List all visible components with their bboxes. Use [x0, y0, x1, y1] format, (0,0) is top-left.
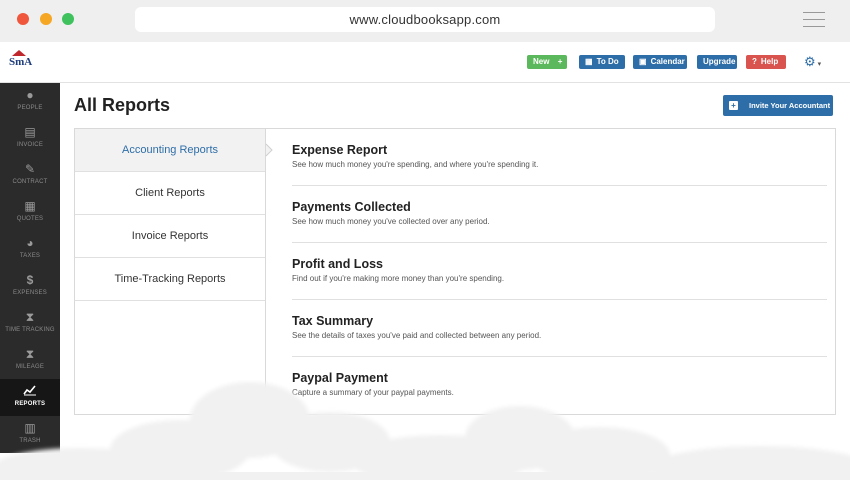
- gear-icon: ⚙: [804, 54, 816, 69]
- calendar-icon: ▦: [585, 57, 593, 66]
- category-client-reports[interactable]: Client Reports: [75, 172, 265, 215]
- trash-icon: ▥: [24, 421, 36, 435]
- sidebar-item-label: QUOTES: [16, 216, 44, 222]
- category-time-tracking-reports[interactable]: Time-Tracking Reports: [75, 258, 265, 301]
- sidebar-item-trash[interactable]: ▥ TRASH: [0, 416, 60, 453]
- report-description: Capture a summary of your paypal payment…: [292, 388, 454, 397]
- report-categories: Accounting Reports Client Reports Invoic…: [75, 129, 273, 414]
- sidebar-item-expenses[interactable]: $ EXPENSES: [0, 268, 60, 305]
- browser-menu-icon[interactable]: [803, 12, 825, 27]
- browser-chrome: www.cloudbooksapp.com: [0, 0, 850, 42]
- category-accounting-reports[interactable]: Accounting Reports: [75, 129, 265, 172]
- person-icon: ●: [26, 88, 34, 102]
- plus-icon: +: [729, 101, 738, 110]
- logo-text: SmA: [9, 56, 33, 68]
- sidebar-item-label: MILEAGE: [15, 364, 45, 370]
- plus-icon: +: [557, 57, 563, 66]
- maximize-window-button[interactable]: [62, 13, 74, 25]
- invite-accountant-label: Invite Your Accountant: [749, 101, 831, 110]
- sidebar-item-label: CONTRACT: [12, 179, 48, 185]
- sidebar-item-contract[interactable]: ✎ CONTRACT: [0, 157, 60, 194]
- chevron-right-icon: [265, 143, 273, 157]
- report-payments-collected[interactable]: Payments Collected See how much money yo…: [292, 186, 827, 243]
- sidebar-item-mileage[interactable]: ⧗ MILEAGE: [0, 342, 60, 379]
- sidebar-item-label: PEOPLE: [17, 105, 43, 111]
- sidebar-item-label: EXPENSES: [13, 290, 47, 296]
- new-button[interactable]: New +: [527, 55, 567, 69]
- report-description: Find out if you're making more money tha…: [292, 274, 505, 283]
- hourglass-icon: ⧗: [25, 347, 35, 361]
- sidebar-item-quotes[interactable]: ▦ QUOTES: [0, 194, 60, 231]
- address-bar[interactable]: www.cloudbooksapp.com: [135, 7, 715, 32]
- report-title[interactable]: Expense Report: [292, 143, 387, 157]
- sidebar-item-people[interactable]: ● PEOPLE: [0, 83, 60, 120]
- sidebar-item-time-tracking[interactable]: ⧗ TIME TRACKING: [0, 305, 60, 342]
- document-icon: ▤: [24, 125, 36, 139]
- calendar-button-label: Calendar: [650, 57, 685, 66]
- report-title[interactable]: Payments Collected: [292, 200, 411, 214]
- settings-menu[interactable]: ⚙ ▾: [804, 54, 821, 70]
- sidebar: ● PEOPLE ▤ INVOICE ✎ CONTRACT ▦ QUOTES ◕…: [0, 83, 60, 453]
- hourglass-icon: ⧗: [25, 310, 35, 324]
- report-paypal-payment[interactable]: Paypal Payment Capture a summary of your…: [292, 357, 827, 414]
- sidebar-item-invoice[interactable]: ▤ INVOICE: [0, 120, 60, 157]
- report-title[interactable]: Profit and Loss: [292, 257, 383, 271]
- sidebar-item-label: REPORTS: [14, 401, 46, 407]
- pen-icon: ✎: [24, 162, 36, 176]
- top-bar: SmA New + ▦ To Do ▣ Calendar Upgrade ? Help…: [0, 42, 850, 83]
- pie-chart-icon: ◕: [26, 236, 34, 250]
- minimize-window-button[interactable]: [40, 13, 52, 25]
- report-description: See how much money you're spending, and …: [292, 160, 539, 169]
- report-profit-and-loss[interactable]: Profit and Loss Find out if you're makin…: [292, 243, 827, 300]
- sidebar-item-reports[interactable]: REPORTS: [0, 379, 60, 416]
- chevron-down-icon: ▾: [817, 61, 822, 68]
- report-title[interactable]: Paypal Payment: [292, 371, 388, 385]
- sidebar-item-label: TIME TRACKING: [5, 327, 55, 333]
- report-tax-summary[interactable]: Tax Summary See the details of taxes you…: [292, 300, 827, 357]
- report-description: See the details of taxes you've paid and…: [292, 331, 542, 340]
- new-button-label: New: [533, 57, 550, 66]
- category-invoice-reports[interactable]: Invoice Reports: [75, 215, 265, 258]
- page-title: All Reports: [74, 95, 171, 115]
- report-description: See how much money you've collected over…: [292, 217, 490, 226]
- help-button[interactable]: ? Help: [746, 55, 786, 69]
- invite-accountant-button[interactable]: + Invite Your Accountant: [723, 95, 833, 116]
- question-icon: ?: [752, 57, 757, 66]
- sidebar-item-label: TRASH: [19, 438, 41, 444]
- upgrade-button[interactable]: Upgrade: [697, 55, 737, 69]
- dollar-icon: $: [26, 273, 34, 287]
- help-button-label: Help: [760, 57, 779, 66]
- briefcase-icon: ▣: [639, 57, 647, 66]
- app-window: SmA New + ▦ To Do ▣ Calendar Upgrade ? Help…: [0, 42, 850, 480]
- app-logo[interactable]: SmA: [8, 50, 32, 70]
- calculator-icon: ▦: [24, 199, 36, 213]
- sidebar-item-taxes[interactable]: ◕ TAXES: [0, 231, 60, 268]
- sidebar-item-label: TAXES: [19, 253, 41, 259]
- todo-button-label: To Do: [596, 57, 619, 66]
- upgrade-button-label: Upgrade: [703, 57, 736, 66]
- line-chart-icon: [0, 384, 60, 398]
- todo-button[interactable]: ▦ To Do: [579, 55, 625, 69]
- calendar-button[interactable]: ▣ Calendar: [633, 55, 687, 69]
- reports-panel: Accounting Reports Client Reports Invoic…: [74, 128, 836, 415]
- close-window-button[interactable]: [17, 13, 29, 25]
- sidebar-item-label: INVOICE: [16, 142, 44, 148]
- report-expense[interactable]: Expense Report See how much money you're…: [292, 129, 827, 186]
- report-title[interactable]: Tax Summary: [292, 314, 373, 328]
